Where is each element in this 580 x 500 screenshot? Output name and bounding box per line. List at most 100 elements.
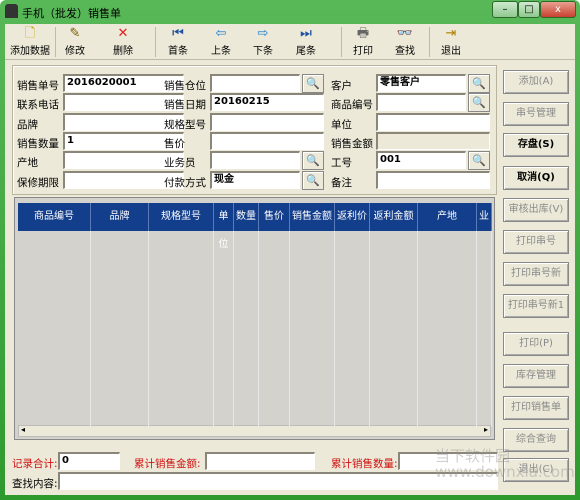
field-input[interactable]: 001 (376, 151, 466, 169)
field-label: 产地 (17, 157, 38, 169)
close-button[interactable]: x (540, 1, 576, 18)
column-divider (476, 231, 477, 427)
toolbar-button-edit[interactable]: ✎ 修改 (57, 26, 93, 58)
toolbar-button-first-record[interactable]: ⏮ 首条 (160, 26, 196, 58)
side-button[interactable]: 打印(P) (503, 332, 569, 356)
field-label: 备注 (331, 177, 352, 189)
toolbar-button-binoculars[interactable]: 👓 查找 (387, 26, 423, 58)
column-header[interactable]: 售价 (259, 203, 290, 231)
toolbar-separator (429, 27, 430, 57)
column-divider (369, 231, 370, 427)
field-input[interactable]: 20160215 (210, 93, 324, 111)
lookup-button[interactable]: 🔍 (302, 74, 324, 93)
lookup-button[interactable]: 🔍 (468, 151, 490, 170)
field-input[interactable] (210, 113, 324, 131)
lookup-button[interactable]: 🔍 (302, 171, 324, 190)
side-button[interactable]: 添加(A) (503, 70, 569, 94)
minimize-button[interactable]: – (492, 1, 518, 18)
toolbar-button-new-document[interactable]: 🗋 添加数据 (7, 26, 53, 58)
column-header[interactable]: 单位 (214, 203, 234, 250)
sum-qty-label: 累计销售数量: (331, 458, 398, 470)
search-input[interactable] (58, 472, 498, 490)
side-button[interactable]: 打印串号新1 (503, 294, 569, 318)
toolbar-button-previous-record[interactable]: ⇦ 上条 (203, 26, 239, 58)
toolbar-button-label: 添加数据 (10, 46, 50, 57)
field-input[interactable] (210, 151, 300, 169)
toolbar-button-label: 修改 (65, 46, 85, 57)
column-header[interactable]: 业 (477, 203, 492, 231)
column-header[interactable]: 商品编号 (18, 203, 91, 231)
field-input[interactable] (376, 171, 490, 189)
printer-icon: 🖶 (356, 26, 370, 41)
field-label: 保修期限 (17, 177, 59, 189)
field-label: 销售金额 (331, 138, 373, 150)
field-label: 联系电话 (17, 99, 59, 111)
side-button[interactable]: 打印串号新 (503, 262, 569, 286)
record-total-label: 记录合计: (12, 458, 58, 470)
toolbar-button-label: 删除 (113, 46, 133, 57)
side-button[interactable]: 取消(Q) (503, 166, 569, 190)
column-header[interactable]: 数量 (234, 203, 259, 231)
side-button[interactable]: 库存管理 (503, 364, 569, 388)
side-button[interactable]: 打印串号 (503, 230, 569, 254)
record-total-field[interactable]: 0 (58, 452, 120, 470)
side-button[interactable]: 打印销售单 (503, 396, 569, 420)
toolbar-button-last-record[interactable]: ⏭ 尾条 (288, 26, 324, 58)
field-label: 销售日期 (164, 99, 206, 111)
client-area: 🗋 添加数据 ✎ 修改 ✕ 删除 ⏮ 首条 ⇦ 上条 ⇨ 下条 ⏭ 尾条 🖶 打印 👓 查找 ⇥ 退出 ◂ ▸ 商品编… (5, 24, 575, 495)
toolbar-button-label: 打印 (353, 46, 373, 57)
toolbar-button-label: 首条 (168, 46, 188, 57)
side-button[interactable]: 审核出库(V) (503, 198, 569, 222)
field-input[interactable] (376, 93, 466, 111)
lookup-button[interactable]: 🔍 (302, 151, 324, 170)
column-header[interactable]: 返利金额 (370, 203, 418, 231)
edit-icon: ✎ (69, 26, 81, 41)
field-input[interactable] (210, 74, 300, 92)
maximize-button[interactable]: □ (518, 1, 540, 18)
toolbar-separator (341, 27, 342, 57)
field-label: 售价 (164, 138, 185, 150)
toolbar-button-printer[interactable]: 🖶 打印 (345, 26, 381, 58)
column-divider (334, 231, 335, 427)
column-header[interactable]: 品牌 (91, 203, 149, 231)
column-header[interactable]: 返利价 (335, 203, 370, 231)
search-label: 查找内容: (12, 478, 58, 490)
column-divider (233, 231, 234, 427)
lookup-button[interactable]: 🔍 (468, 74, 490, 93)
side-button[interactable]: 存盘(S) (503, 133, 569, 157)
toolbar-button-label: 尾条 (296, 46, 316, 57)
column-header[interactable]: 规格型号 (149, 203, 214, 231)
column-divider (289, 231, 290, 427)
new-document-icon: 🗋 (24, 26, 36, 41)
sales-detail-grid[interactable]: ◂ ▸ 商品编号 品牌 规格型号 单位 数量 售价 销售金额 返利价 返利金额 产地业 (14, 197, 495, 440)
scroll-left-icon[interactable]: ◂ (21, 425, 25, 434)
first-record-icon: ⏮ (172, 26, 184, 41)
field-label: 业务员 (164, 157, 196, 169)
window: 手机（批发）销售单 – □ x 🗋 添加数据 ✎ 修改 ✕ 删除 ⏮ 首条 ⇦ 上条 ⇨ 下条 ⏭ 尾条 🖶… (0, 0, 580, 500)
field-label: 规格型号 (164, 119, 206, 131)
column-header[interactable]: 销售金额 (290, 203, 335, 231)
side-button[interactable]: 串号管理 (503, 102, 569, 126)
search-magnifier-icon: 🔍 (306, 154, 320, 167)
column-divider (258, 231, 259, 427)
toolbar-button-delete[interactable]: ✕ 删除 (105, 26, 141, 58)
scroll-right-icon[interactable]: ▸ (484, 425, 488, 434)
field-label: 品牌 (17, 119, 38, 131)
search-magnifier-icon: 🔍 (306, 174, 320, 187)
toolbar: 🗋 添加数据 ✎ 修改 ✕ 删除 ⏮ 首条 ⇦ 上条 ⇨ 下条 ⏭ 尾条 🖶 打印 👓 查找 ⇥ 退出 (5, 24, 575, 60)
column-header[interactable]: 产地 (418, 203, 477, 231)
app-icon (5, 4, 18, 18)
lookup-button[interactable]: 🔍 (468, 93, 490, 112)
field-input[interactable]: 零售客户 (376, 74, 466, 92)
exit-door-icon: ⇥ (445, 26, 457, 41)
toolbar-button-next-record[interactable]: ⇨ 下条 (245, 26, 281, 58)
horizontal-scrollbar[interactable]: ◂ ▸ (18, 425, 491, 437)
field-label: 商品编号 (331, 99, 373, 111)
field-input[interactable] (376, 113, 490, 131)
field-input[interactable] (376, 132, 490, 150)
field-input[interactable]: 现金 (210, 171, 300, 189)
sum-amount-field[interactable] (205, 452, 315, 470)
field-input[interactable] (210, 132, 324, 150)
toolbar-button-exit-door[interactable]: ⇥ 退出 (433, 26, 469, 58)
toolbar-button-label: 上条 (211, 46, 231, 57)
